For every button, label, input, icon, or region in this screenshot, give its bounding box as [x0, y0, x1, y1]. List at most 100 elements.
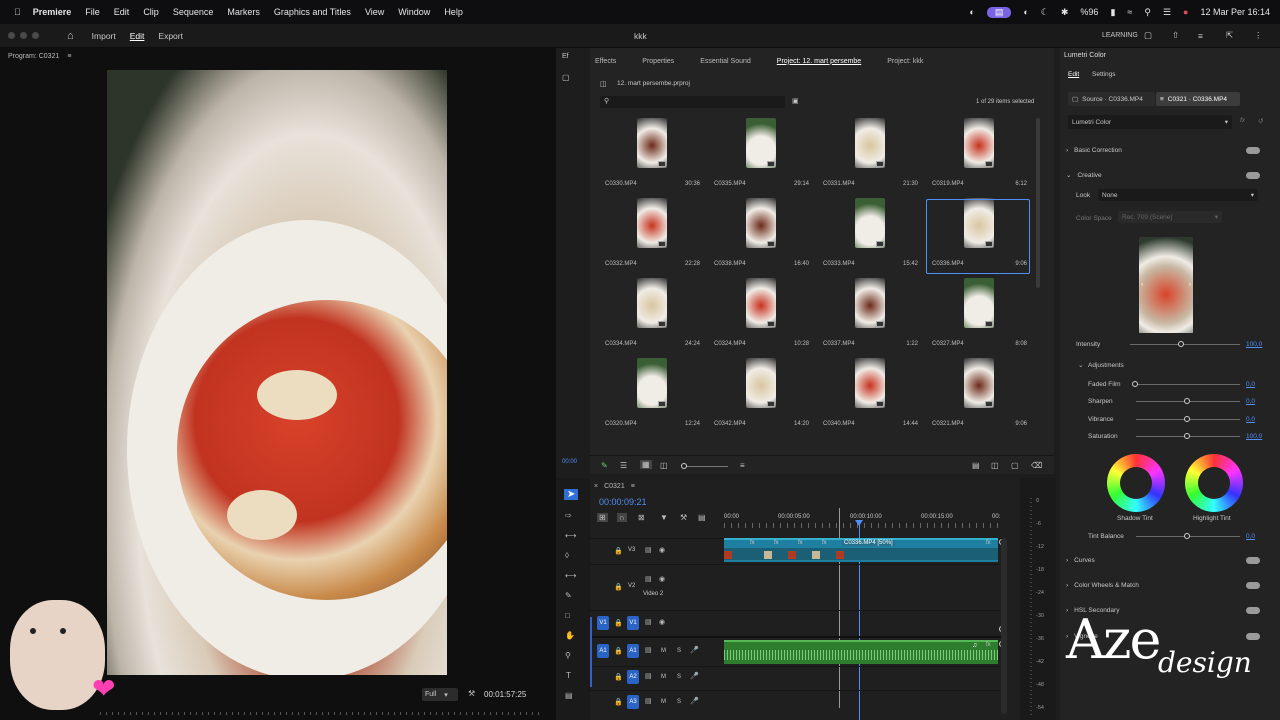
sharpen-knob[interactable] — [1184, 398, 1190, 404]
section-color-wheels[interactable]: › Color Wheels & Match — [1060, 578, 1280, 592]
saturation-knob[interactable] — [1184, 433, 1190, 439]
menu-graphics[interactable]: Graphics and Titles — [274, 7, 351, 17]
creative-toggle[interactable] — [1246, 171, 1260, 179]
eye-icon[interactable]: ◉ — [659, 546, 665, 554]
clip-name[interactable]: C0327.MP4 — [932, 341, 964, 347]
program-scrub-bar[interactable] — [100, 712, 540, 715]
intensity-knob[interactable] — [1178, 341, 1184, 347]
pen-icon[interactable]: ✎ — [565, 591, 572, 600]
audio-clip-a1[interactable]: ♫ fx — [724, 640, 998, 664]
lumetri-title[interactable]: Lumetri Color — [1064, 52, 1106, 59]
track-target-a2[interactable]: A2 — [627, 670, 639, 684]
clip-thumbnail[interactable] — [746, 358, 776, 408]
tint-balance-value[interactable]: 0,0 — [1246, 533, 1255, 540]
tab-edit[interactable]: Edit — [130, 31, 145, 41]
list-view-icon[interactable]: ☰ — [620, 461, 627, 470]
mic-icon[interactable]: 🎤 — [690, 672, 699, 680]
menu-icon[interactable]: ≡ — [1198, 31, 1203, 41]
eye-icon[interactable]: ◉ — [659, 618, 665, 626]
target-clip-button[interactable]: ≡ C0321 · C0336.MP4 — [1156, 92, 1240, 106]
battery-percent[interactable]: %96 — [1080, 7, 1098, 17]
clip-name[interactable]: C0320.MP4 — [605, 421, 637, 427]
clip-thumbnail[interactable] — [637, 198, 667, 248]
close-icon[interactable]: × — [594, 483, 598, 490]
eye-icon[interactable]: ◉ — [659, 575, 665, 583]
tab-project-active[interactable]: Project: 12. mart persembe — [777, 58, 861, 65]
effects-tab-short[interactable]: Ef — [562, 53, 569, 60]
mic-icon[interactable]: 🎤 — [690, 697, 699, 705]
marker-icon[interactable]: ▼ — [660, 513, 668, 522]
lock-icon[interactable]: 🔒 — [614, 583, 623, 591]
lock-icon[interactable]: 🔒 — [614, 647, 623, 655]
user-icon[interactable]: ● — [1183, 7, 1188, 17]
battery-icon[interactable]: ▮ — [1110, 7, 1115, 18]
slip-icon[interactable]: ⟷ — [565, 571, 576, 580]
track-target-v1[interactable]: V1 — [627, 616, 639, 630]
look-select[interactable]: None ▾ — [1098, 189, 1258, 201]
section-curves[interactable]: › Curves — [1060, 553, 1280, 567]
clip-name[interactable]: C0338.MP4 — [714, 261, 746, 267]
tint-balance-knob[interactable] — [1184, 533, 1190, 539]
source-patch-v1[interactable]: V1 — [597, 616, 609, 630]
film-icon[interactable]: ▤ — [645, 618, 652, 626]
curves-toggle[interactable] — [1246, 556, 1260, 564]
wrench-icon[interactable]: ⚒ — [468, 689, 475, 698]
clip-thumbnail[interactable] — [855, 118, 885, 168]
bluetooth-icon[interactable]: ✱ — [1061, 7, 1069, 18]
clip-name[interactable]: C0332.MP4 — [605, 261, 637, 267]
mic-icon[interactable]: 🎤 — [690, 646, 699, 654]
razor-icon[interactable]: ◊ — [565, 551, 569, 560]
source-clip-button[interactable]: ▢ Source · C0336.MP4 — [1068, 92, 1155, 106]
icon-view-icon[interactable]: ▦ — [640, 460, 652, 469]
shadow-tint-wheel[interactable] — [1107, 454, 1165, 512]
section-basic-correction[interactable]: › Basic Correction — [1060, 143, 1280, 157]
new-item-icon[interactable]: ▢ — [1011, 461, 1019, 470]
wheels-toggle[interactable] — [1246, 581, 1260, 589]
settings-icon[interactable]: ⚒ — [680, 513, 687, 522]
panel-icon[interactable]: ▢ — [562, 73, 570, 82]
tab-export[interactable]: Export — [158, 31, 183, 41]
audio-track-icon[interactable]: ▤ — [645, 672, 652, 680]
menu-sequence[interactable]: Sequence — [173, 7, 214, 17]
clip-thumbnail[interactable] — [855, 358, 885, 408]
automate-icon[interactable]: ▤ — [972, 461, 980, 470]
nest-icon[interactable]: ⊞ — [597, 513, 608, 522]
lock-icon[interactable]: 🔒 — [614, 673, 623, 681]
film-icon[interactable]: ▤ — [645, 546, 652, 554]
faded-film-knob[interactable] — [1132, 381, 1138, 387]
pencil-icon[interactable]: ✎ — [601, 461, 608, 470]
sort-icon[interactable]: ≡ — [740, 461, 745, 470]
clip-name[interactable]: C0333.MP4 — [823, 261, 855, 267]
zoom-slider-knob[interactable] — [681, 463, 687, 469]
apple-icon[interactable]:  — [14, 7, 21, 17]
reset-icon[interactable]: ↺ — [1258, 117, 1263, 125]
clip-thumbnail[interactable] — [964, 278, 994, 328]
clip-name[interactable]: C0335.MP4 — [714, 181, 746, 187]
vibrance-knob[interactable] — [1184, 416, 1190, 422]
cc-icon[interactable]: ◐ — [969, 7, 974, 17]
track-target-a3[interactable]: A3 — [627, 695, 639, 709]
menu-file[interactable]: File — [85, 7, 100, 17]
menu-clip[interactable]: Clip — [143, 7, 159, 17]
faded-film-value[interactable]: 0,0 — [1246, 381, 1255, 388]
clip-thumbnail[interactable] — [637, 278, 667, 328]
intensity-slider[interactable] — [1130, 344, 1240, 345]
rectangle-icon[interactable]: □ — [565, 611, 570, 620]
clip-name[interactable]: C0337.MP4 — [823, 341, 855, 347]
section-creative[interactable]: ⌄ Creative — [1060, 168, 1280, 182]
selection-tool-icon[interactable]: ➤ — [564, 489, 579, 500]
mute-button[interactable]: M — [661, 674, 666, 680]
tab-essential-sound[interactable]: Essential Sound — [700, 58, 751, 65]
look-preview-thumbnail[interactable]: ‹ › — [1139, 237, 1193, 333]
track-label-v3[interactable]: V3 — [628, 547, 635, 553]
screen-record-icon[interactable]: ▤ — [986, 6, 1012, 18]
sharpen-value[interactable]: 0,0 — [1246, 398, 1255, 405]
search-input[interactable]: ⚲ — [600, 96, 785, 108]
zoom-icon[interactable]: ⚲ — [565, 651, 571, 660]
clip-thumbnail[interactable] — [637, 118, 667, 168]
sequence-tab[interactable]: × C0321 ≡ — [594, 478, 635, 494]
snap-icon[interactable]: ∩ — [617, 513, 627, 522]
workspaces-icon[interactable]: ▢ — [1144, 30, 1152, 41]
mute-button[interactable]: M — [661, 648, 666, 654]
program-timecode[interactable]: 00:01:57:25 — [484, 690, 526, 699]
